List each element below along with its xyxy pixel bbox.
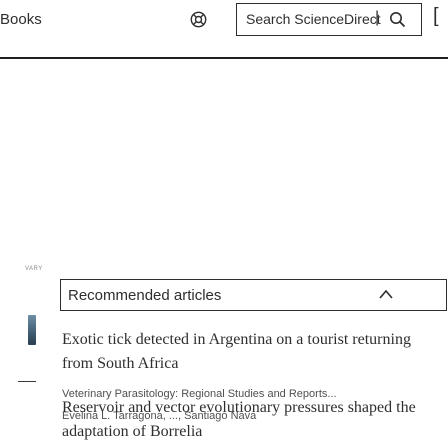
recommended-articles-title: Recommended articles	[68, 287, 222, 304]
search-box[interactable]: Search ScienceDirect |	[236, 3, 422, 36]
article-title-link[interactable]: Exotic tick detected in Argentina on a t…	[62, 328, 432, 376]
search-label: Search ScienceDirect	[246, 11, 381, 27]
bracket-glyph: [	[433, 5, 439, 27]
thumbnail-label: VARY	[25, 266, 43, 272]
search-icon[interactable]	[389, 11, 406, 28]
thumbnail-underline	[18, 381, 36, 382]
chevron-up-icon	[379, 289, 393, 299]
recommended-articles-toggle[interactable]: Recommended articles	[60, 279, 447, 311]
search-separator: |	[375, 9, 380, 26]
article-title-link[interactable]: Reservoir and vector evolutionary pressu…	[62, 396, 432, 444]
help-icon[interactable]	[190, 11, 207, 28]
books-link[interactable]: Books	[0, 11, 42, 28]
thumbnail-image[interactable]	[28, 315, 36, 345]
header-divider	[0, 57, 448, 59]
top-header: Books Search ScienceDirect | [	[0, 0, 448, 57]
article-item: Reservoir and vector evolutionary pressu…	[62, 396, 432, 444]
